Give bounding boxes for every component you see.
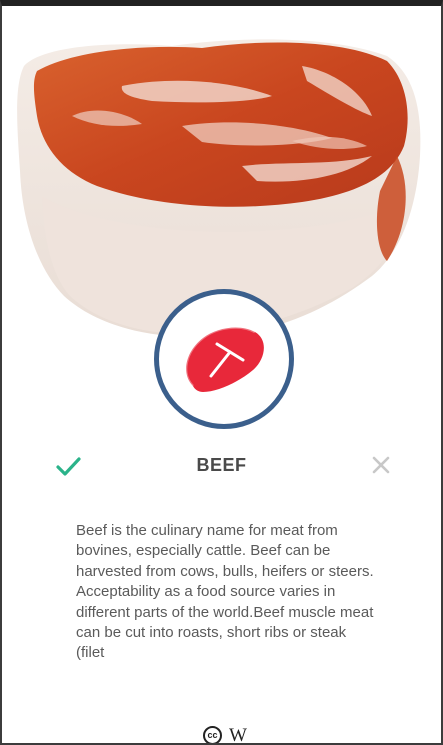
creative-commons-icon[interactable]: cc (203, 726, 222, 743)
steak-icon (184, 326, 264, 392)
title-row: BEEF (2, 446, 441, 486)
attribution-footer: cc W (2, 724, 441, 743)
food-card: BEEF Beef is the culinary name for meat … (0, 0, 443, 745)
reject-button[interactable] (366, 450, 396, 480)
category-badge (154, 289, 294, 429)
fade-overlay (76, 693, 376, 715)
food-description: Beef is the culinary name for meat from … (76, 522, 374, 662)
close-icon (372, 456, 390, 474)
description-scroll-area[interactable]: Beef is the culinary name for meat from … (76, 521, 376, 715)
wikipedia-icon[interactable]: W (229, 725, 247, 743)
